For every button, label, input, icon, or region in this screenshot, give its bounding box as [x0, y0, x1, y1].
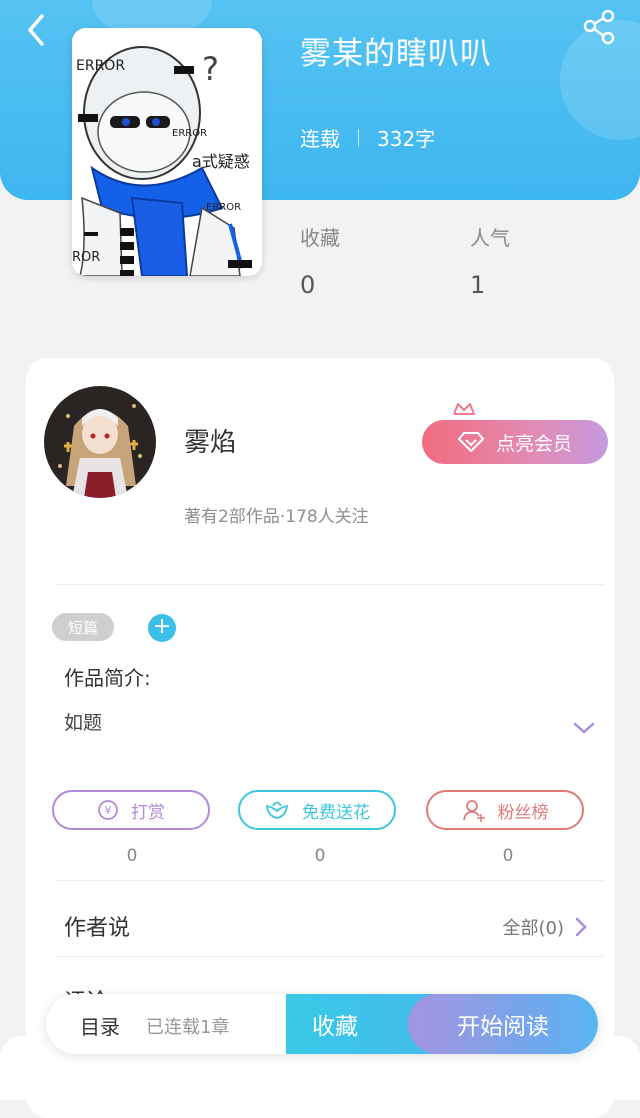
cover-caption: a式疑惑 [192, 152, 250, 171]
stat-value: 1 [470, 271, 486, 299]
tip-count: 0 [126, 846, 138, 866]
favorite-label: 收藏 [312, 1014, 358, 1040]
author-name[interactable]: 雾焰 [184, 422, 236, 459]
vip-label: 点亮会员 [495, 432, 572, 455]
word-count: 332字 [377, 127, 436, 151]
svg-text:¥: ¥ [105, 804, 112, 817]
stat-value: 0 [300, 271, 316, 299]
diamond-icon [457, 432, 484, 452]
flower-icon [264, 798, 290, 822]
divider [56, 880, 604, 881]
yen-icon: ¥ [97, 799, 119, 821]
cover-text: ERROR [76, 58, 126, 74]
intro-text: 如题 [64, 712, 103, 734]
cover-text: ERROR [206, 202, 242, 213]
cover-text: ROR [72, 250, 101, 265]
toc-button[interactable]: 目录 [80, 1011, 120, 1040]
genre-tag[interactable]: 短篇 [52, 613, 114, 641]
tip-label: 打赏 [131, 802, 165, 823]
start-reading-button[interactable]: 开始阅读 [408, 994, 598, 1054]
author-says-label: 作者说 [64, 916, 131, 941]
cover-redaction-bar [228, 260, 252, 268]
back-button[interactable] [18, 8, 58, 48]
cover-redaction-bar [84, 232, 98, 236]
cover-redaction-bar [78, 114, 98, 122]
stat-popularity: 人气 1 [470, 222, 510, 299]
chapter-status: 已连载1章 [146, 1017, 230, 1038]
author-meta: 著有2部作品·178人关注 [184, 507, 369, 527]
share-icon [583, 9, 615, 45]
stat-label: 人气 [470, 226, 510, 250]
divider [358, 128, 359, 147]
tip-button[interactable]: ¥ 打赏 [52, 790, 210, 830]
cover-text: ERROR [172, 128, 208, 139]
fan-ranking-label: 粉丝榜 [497, 802, 549, 823]
chevron-down-icon[interactable] [572, 720, 596, 736]
author-avatar[interactable] [44, 386, 156, 498]
stat-favorites: 收藏 0 [300, 222, 340, 299]
chevron-left-icon [28, 14, 44, 46]
book-cover[interactable]: ERROR ERROR ERROR ROR a式疑惑 ? [72, 28, 262, 276]
share-button[interactable] [580, 8, 620, 48]
send-flower-label: 免费送花 [302, 802, 370, 823]
fan-ranking-button[interactable]: 粉丝榜 [426, 790, 584, 830]
book-status-row: 连载 332字 [300, 123, 435, 152]
author-says-all-link[interactable]: 全部(0) [503, 914, 589, 940]
send-flower-button[interactable]: 免费送花 [238, 790, 396, 830]
cover-redaction-bar [174, 66, 194, 74]
avatar-illustration [44, 386, 156, 498]
cover-text: ? [202, 50, 219, 88]
chevron-right-icon [575, 917, 587, 937]
intro-label: 作品简介: [64, 666, 151, 690]
start-reading-label: 开始阅读 [457, 1014, 549, 1040]
divider [56, 584, 604, 585]
flower-count: 0 [314, 846, 326, 866]
add-tag-button[interactable]: + [148, 614, 176, 642]
serial-status: 连载 [300, 127, 340, 151]
stat-label: 收藏 [300, 226, 340, 250]
all-count: 全部(0) [502, 918, 565, 939]
bottom-action-bar: 目录 已连载1章 收藏 开始阅读 [46, 994, 598, 1054]
fan-count: 0 [502, 846, 514, 866]
divider [56, 956, 604, 957]
fan-icon [462, 798, 486, 822]
book-title: 雾某的瞎叭叭 [300, 36, 492, 72]
activate-vip-button[interactable]: 点亮会员 [422, 420, 608, 464]
crown-icon [453, 403, 475, 415]
